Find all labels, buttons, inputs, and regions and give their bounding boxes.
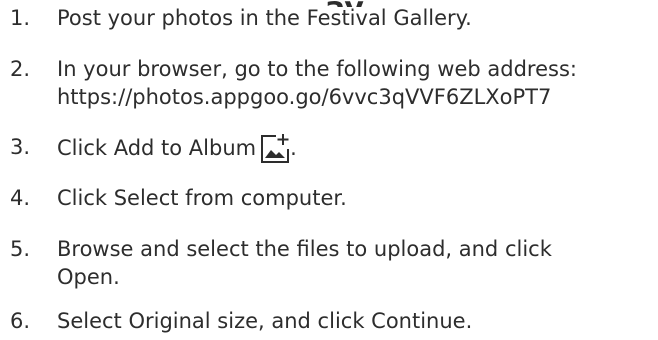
step-text: Post your photos in the Festival Gallery… [57, 4, 654, 32]
step-line: In your browser, go to the following web… [57, 57, 577, 81]
step-text: Browse and select the files to upload, a… [57, 235, 654, 291]
step-line: Select Original size, and click Continue… [57, 309, 473, 333]
step-text-after-icon: . [290, 136, 297, 160]
step-number: 3. [10, 135, 31, 159]
step-text: Click Add to Album . [57, 133, 654, 163]
step-line: Open. [57, 265, 120, 289]
step-text: Select Original size, and click Continue… [57, 307, 654, 335]
step-line: Click Select from computer. [57, 186, 347, 210]
web-address-link[interactable]: https://photos.appgoo.go/6vvc3qVVF6ZLXoP… [57, 83, 654, 111]
add-to-album-icon [260, 133, 290, 163]
step-line: Browse and select the files to upload, a… [57, 237, 552, 261]
step-text: Click Select from computer. [57, 184, 654, 212]
step-number: 1. [10, 6, 31, 30]
step-number: 6. [10, 309, 31, 333]
step-number: 5. [10, 237, 31, 261]
instructions-page: ay 1. Post your photos in the Festival G… [0, 0, 658, 340]
step-line: Post your photos in the Festival Gallery… [57, 6, 472, 30]
step-number: 4. [10, 186, 31, 210]
step-text-before-icon: Click Add to Album [57, 136, 257, 160]
step-text: In your browser, go to the following web… [57, 55, 654, 111]
step-number: 2. [10, 57, 31, 81]
